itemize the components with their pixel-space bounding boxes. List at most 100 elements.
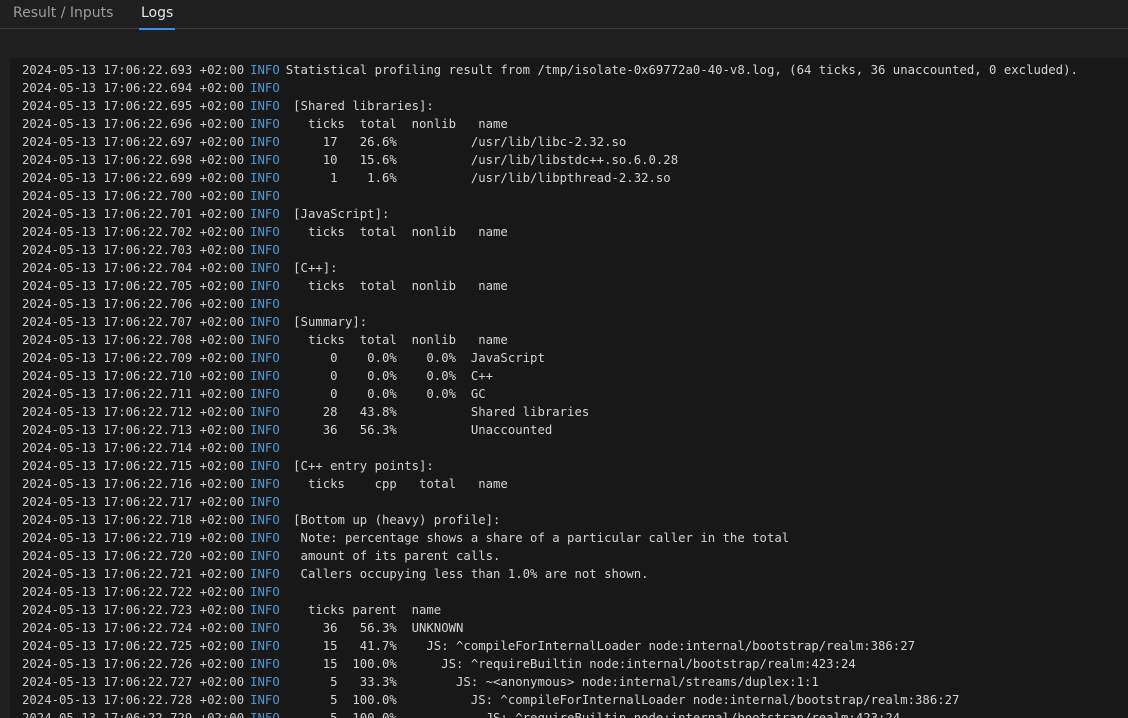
log-message: [C++]:	[285, 261, 338, 275]
log-line: 2024-05-13 17:06:22.701 +02:00 INFO [Java…	[22, 205, 1128, 223]
log-level: INFO	[250, 405, 280, 419]
log-level: INFO	[250, 369, 280, 383]
log-message: 36 56.3% Unaccounted	[285, 423, 553, 437]
log-message: ticks total nonlib name	[285, 117, 508, 131]
log-timestamp: 2024-05-13 17:06:22.703 +02:00	[22, 243, 245, 257]
log-level: INFO	[250, 135, 280, 149]
log-level: INFO	[250, 459, 280, 473]
log-line: 2024-05-13 17:06:22.712 +02:00 INFO 28 43…	[22, 403, 1128, 421]
log-level: INFO	[250, 153, 280, 167]
log-level: INFO	[250, 315, 280, 329]
log-timestamp: 2024-05-13 17:06:22.708 +02:00	[22, 333, 245, 347]
log-level: INFO	[250, 117, 280, 131]
log-level: INFO	[250, 387, 280, 401]
log-timestamp: 2024-05-13 17:06:22.715 +02:00	[22, 459, 245, 473]
log-timestamp: 2024-05-13 17:06:22.709 +02:00	[22, 351, 245, 365]
log-message: 0 0.0% 0.0% GC	[285, 387, 486, 401]
log-timestamp: 2024-05-13 17:06:22.721 +02:00	[22, 567, 245, 581]
log-level: INFO	[250, 333, 280, 347]
log-line: 2024-05-13 17:06:22.694 +02:00 INFO	[22, 79, 1128, 97]
log-message: 17 26.6% /usr/lib/libc-2.32.so	[285, 135, 627, 149]
log-line: 2024-05-13 17:06:22.696 +02:00 INFO ticks…	[22, 115, 1128, 133]
log-timestamp: 2024-05-13 17:06:22.707 +02:00	[22, 315, 245, 329]
log-timestamp: 2024-05-13 17:06:22.697 +02:00	[22, 135, 245, 149]
log-timestamp: 2024-05-13 17:06:22.726 +02:00	[22, 657, 245, 671]
log-message: ticks total nonlib name	[285, 279, 508, 293]
log-message: Callers occupying less than 1.0% are not…	[285, 567, 649, 581]
log-line: 2024-05-13 17:06:22.728 +02:00 INFO 5 100…	[22, 691, 1128, 709]
log-line: 2024-05-13 17:06:22.719 +02:00 INFO Note:…	[22, 529, 1128, 547]
log-level: INFO	[250, 171, 280, 185]
log-message: Statistical profiling result from /tmp/i…	[285, 63, 1078, 77]
log-message: 0 0.0% 0.0% JavaScript	[285, 351, 545, 365]
log-timestamp: 2024-05-13 17:06:22.728 +02:00	[22, 693, 245, 707]
log-line: 2024-05-13 17:06:22.699 +02:00 INFO 1 1.6…	[22, 169, 1128, 187]
log-level: INFO	[250, 189, 280, 203]
log-panel[interactable]: 2024-05-13 17:06:22.693 +02:00 INFO Statis…	[10, 58, 1128, 718]
tab-result-inputs[interactable]: Result / Inputs	[13, 5, 113, 29]
log-timestamp: 2024-05-13 17:06:22.716 +02:00	[22, 477, 245, 491]
log-line: 2024-05-13 17:06:22.717 +02:00 INFO	[22, 493, 1128, 511]
log-message: ticks parent name	[285, 603, 442, 617]
log-line: 2024-05-13 17:06:22.698 +02:00 INFO 10 15…	[22, 151, 1128, 169]
log-timestamp: 2024-05-13 17:06:22.719 +02:00	[22, 531, 245, 545]
log-timestamp: 2024-05-13 17:06:22.727 +02:00	[22, 675, 245, 689]
log-line: 2024-05-13 17:06:22.725 +02:00 INFO 15 41…	[22, 637, 1128, 655]
log-line: 2024-05-13 17:06:22.693 +02:00 INFO Statis…	[22, 61, 1128, 79]
log-line: 2024-05-13 17:06:22.721 +02:00 INFO Calle…	[22, 565, 1128, 583]
log-line: 2024-05-13 17:06:22.711 +02:00 INFO 0 0.0…	[22, 385, 1128, 403]
log-message: [Bottom up (heavy) profile]:	[285, 513, 501, 527]
log-message: 5 100.0% JS: ^requireBuiltin node:intern…	[285, 711, 901, 718]
log-level: INFO	[250, 207, 280, 221]
log-timestamp: 2024-05-13 17:06:22.695 +02:00	[22, 99, 245, 113]
log-level: INFO	[250, 531, 280, 545]
log-timestamp: 2024-05-13 17:06:22.694 +02:00	[22, 81, 245, 95]
log-message: [JavaScript]:	[285, 207, 390, 221]
log-line: 2024-05-13 17:06:22.704 +02:00 INFO [C++]…	[22, 259, 1128, 277]
log-timestamp: 2024-05-13 17:06:22.705 +02:00	[22, 279, 245, 293]
log-timestamp: 2024-05-13 17:06:22.706 +02:00	[22, 297, 245, 311]
log-timestamp: 2024-05-13 17:06:22.710 +02:00	[22, 369, 245, 383]
log-timestamp: 2024-05-13 17:06:22.696 +02:00	[22, 117, 245, 131]
log-line: 2024-05-13 17:06:22.726 +02:00 INFO 15 10…	[22, 655, 1128, 673]
log-timestamp: 2024-05-13 17:06:22.693 +02:00	[22, 63, 245, 77]
log-level: INFO	[250, 549, 280, 563]
log-timestamp: 2024-05-13 17:06:22.702 +02:00	[22, 225, 245, 239]
log-line: 2024-05-13 17:06:22.697 +02:00 INFO 17 26…	[22, 133, 1128, 151]
log-level: INFO	[250, 513, 280, 527]
log-line: 2024-05-13 17:06:22.713 +02:00 INFO 36 56…	[22, 421, 1128, 439]
log-message: [Shared libraries]:	[285, 99, 434, 113]
log-level: INFO	[250, 243, 280, 257]
tab-bar: Result / Inputs Logs	[0, 0, 1128, 30]
log-timestamp: 2024-05-13 17:06:22.725 +02:00	[22, 639, 245, 653]
log-message: ticks total nonlib name	[285, 333, 508, 347]
log-level: INFO	[250, 567, 280, 581]
log-message: ticks cpp total name	[285, 477, 508, 491]
log-line: 2024-05-13 17:06:22.709 +02:00 INFO 0 0.0…	[22, 349, 1128, 367]
log-message: [Summary]:	[285, 315, 368, 329]
log-level: INFO	[250, 603, 280, 617]
log-lines: 2024-05-13 17:06:22.693 +02:00 INFO Statis…	[22, 61, 1128, 718]
tab-logs[interactable]: Logs	[139, 5, 176, 30]
log-message: 15 100.0% JS: ^requireBuiltin node:inter…	[285, 657, 856, 671]
log-timestamp: 2024-05-13 17:06:22.698 +02:00	[22, 153, 245, 167]
log-level: INFO	[250, 585, 280, 599]
log-line: 2024-05-13 17:06:22.702 +02:00 INFO ticks…	[22, 223, 1128, 241]
log-line: 2024-05-13 17:06:22.715 +02:00 INFO [C++ …	[22, 457, 1128, 475]
log-level: INFO	[250, 657, 280, 671]
log-message: [C++ entry points]:	[285, 459, 434, 473]
log-line: 2024-05-13 17:06:22.720 +02:00 INFO amoun…	[22, 547, 1128, 565]
log-line: 2024-05-13 17:06:22.700 +02:00 INFO	[22, 187, 1128, 205]
log-message: Note: percentage shows a share of a part…	[285, 531, 790, 545]
log-line: 2024-05-13 17:06:22.718 +02:00 INFO [Bott…	[22, 511, 1128, 529]
log-level: INFO	[250, 351, 280, 365]
log-timestamp: 2024-05-13 17:06:22.711 +02:00	[22, 387, 245, 401]
log-message: ticks total nonlib name	[285, 225, 508, 239]
log-level: INFO	[250, 693, 280, 707]
log-line: 2024-05-13 17:06:22.707 +02:00 INFO [Summ…	[22, 313, 1128, 331]
log-timestamp: 2024-05-13 17:06:22.724 +02:00	[22, 621, 245, 635]
log-level: INFO	[250, 675, 280, 689]
log-message: 1 1.6% /usr/lib/libpthread-2.32.so	[285, 171, 671, 185]
log-timestamp: 2024-05-13 17:06:22.700 +02:00	[22, 189, 245, 203]
log-message: 0 0.0% 0.0% C++	[285, 369, 494, 383]
